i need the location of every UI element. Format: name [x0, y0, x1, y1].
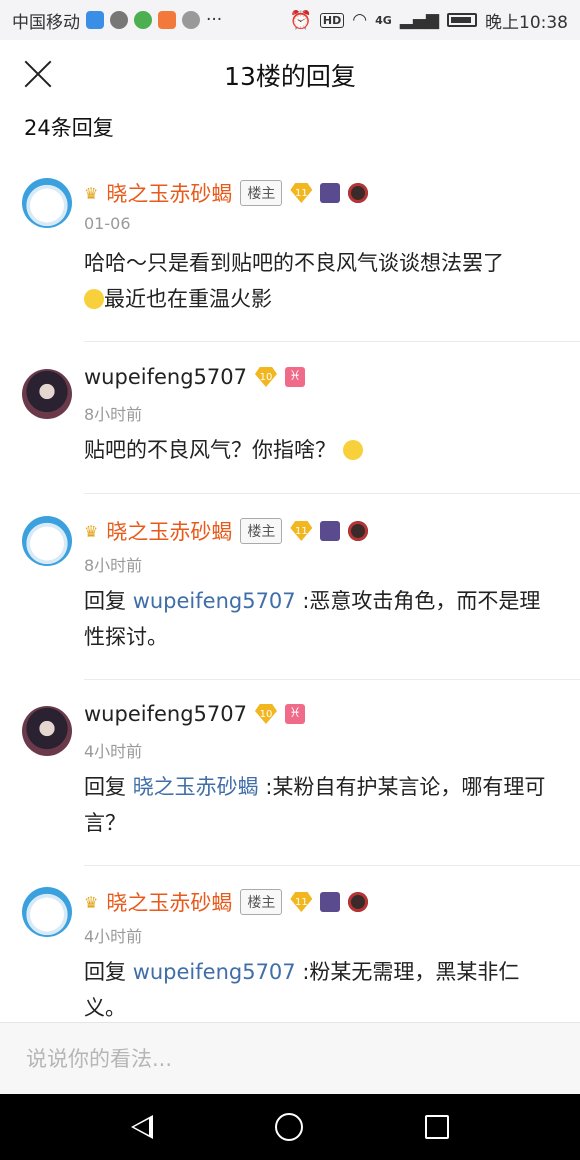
username[interactable]: 晓之玉赤砂蝎 — [106, 178, 232, 208]
pisces-badge-icon: ♓ — [284, 704, 305, 724]
mention-link[interactable]: wupeifeng5707 — [133, 589, 296, 613]
reply-text-line-2: 最近也在重温火影 — [84, 281, 554, 317]
reply-text-line: 哈哈～只是看到贴吧的不良风气谈谈想法罢了 — [84, 251, 504, 275]
avatar[interactable] — [22, 706, 72, 756]
crown-icon: ♛ — [84, 521, 99, 541]
username[interactable]: 晓之玉赤砂蝎 — [106, 887, 232, 917]
level-badge: 11 — [290, 183, 313, 203]
reply-time: 8小时前 — [84, 405, 143, 424]
naruto-badge-icon — [320, 183, 341, 203]
reply-text-fragment: 贴吧的不良风气？你指啥？ — [84, 438, 336, 462]
reply-text: 贴吧的不良风气？你指啥？ — [84, 432, 554, 468]
username[interactable]: 晓之玉赤砂蝎 — [106, 516, 232, 546]
reply-time: 01-06 — [84, 214, 131, 233]
reply-prefix: 回复 — [84, 589, 126, 613]
naruto-badge-icon — [320, 521, 341, 541]
battery-icon — [447, 13, 477, 27]
weather-icon — [182, 11, 200, 29]
reply-prefix: 回复 — [84, 775, 126, 799]
naruto-badge-icon — [320, 892, 341, 912]
back-triangle-icon[interactable] — [131, 1115, 153, 1139]
system-nav-bar — [0, 1094, 580, 1160]
divider — [84, 341, 580, 342]
comment-bar — [0, 1022, 580, 1095]
browser-app-icon — [134, 11, 152, 29]
header: 13楼的回复 — [0, 40, 580, 110]
clock: 晚上10:38 — [485, 12, 568, 33]
level-badge: 11 — [290, 521, 313, 541]
signal-4g-icon: 4G — [375, 13, 392, 27]
signal-bars-icon: ▂▄▆ — [399, 10, 439, 30]
page-title: 13楼的回复 — [224, 62, 356, 91]
wechat-icon — [110, 11, 128, 29]
reply-prefix: 回复 — [84, 960, 126, 984]
avatar[interactable] — [22, 516, 72, 566]
owner-tag: 楼主 — [240, 518, 283, 544]
owner-tag: 楼主 — [240, 889, 283, 915]
owner-tag: 楼主 — [240, 180, 283, 206]
shield-app-icon — [86, 11, 104, 29]
avatar[interactable] — [22, 178, 72, 228]
emoji-icon — [84, 289, 104, 309]
reply-count: 24条回复 — [24, 116, 114, 140]
emoji-icon — [342, 440, 363, 460]
level-badge: 10 — [254, 704, 277, 724]
wifi-icon: ◠ — [352, 10, 368, 30]
reply-time: 8小时前 — [84, 556, 143, 575]
carrier-label: 中国移动 — [12, 12, 80, 33]
level-badge: 11 — [290, 892, 313, 912]
reply-text: 哈哈～只是看到贴吧的不良风气谈谈想法罢了 最近也在重温火影 — [84, 245, 554, 317]
divider — [84, 679, 580, 680]
status-bar: 中国移动 ··· ⏰ HD ◠ 4G ▂▄▆ 晚上10:38 — [0, 0, 580, 40]
hd-icon: HD — [319, 12, 345, 28]
divider — [84, 493, 580, 494]
mention-link[interactable]: wupeifeng5707 — [133, 960, 296, 984]
username[interactable]: wupeifeng5707 — [84, 702, 247, 726]
reply-time: 4小时前 — [84, 927, 143, 946]
close-icon[interactable] — [22, 58, 54, 90]
level-badge: 10 — [254, 367, 277, 387]
reply-text-fragment: 最近也在重温火影 — [104, 287, 272, 311]
avatar[interactable] — [22, 369, 72, 419]
pisces-badge-icon: ♓ — [284, 367, 305, 387]
avatar[interactable] — [22, 887, 72, 937]
comment-input[interactable] — [0, 1023, 580, 1095]
sharingan-badge-icon — [348, 521, 369, 541]
reply-text: 回复 wupeifeng5707 :恶意攻击角色，而不是理性探讨。 — [84, 583, 554, 655]
sharingan-badge-icon — [348, 892, 369, 912]
more-notifications-icon: ··· — [206, 10, 223, 30]
crown-icon: ♛ — [84, 183, 99, 203]
sharingan-badge-icon — [348, 183, 369, 203]
username[interactable]: wupeifeng5707 — [84, 365, 247, 389]
reply-text: 回复 wupeifeng5707 :粉某无需理，黑某非仁义。 — [84, 954, 554, 1026]
home-circle-icon[interactable] — [275, 1113, 303, 1141]
reply-text: 回复 晓之玉赤砂蝎 :某粉自有护某言论，哪有理可言？ — [84, 769, 554, 841]
reply-time: 4小时前 — [84, 742, 143, 761]
recent-square-icon[interactable] — [425, 1115, 449, 1139]
video-app-icon — [158, 11, 176, 29]
mention-link[interactable]: 晓之玉赤砂蝎 — [133, 775, 259, 799]
alarm-icon: ⏰ — [289, 9, 312, 31]
divider — [84, 865, 580, 866]
crown-icon: ♛ — [84, 892, 99, 912]
